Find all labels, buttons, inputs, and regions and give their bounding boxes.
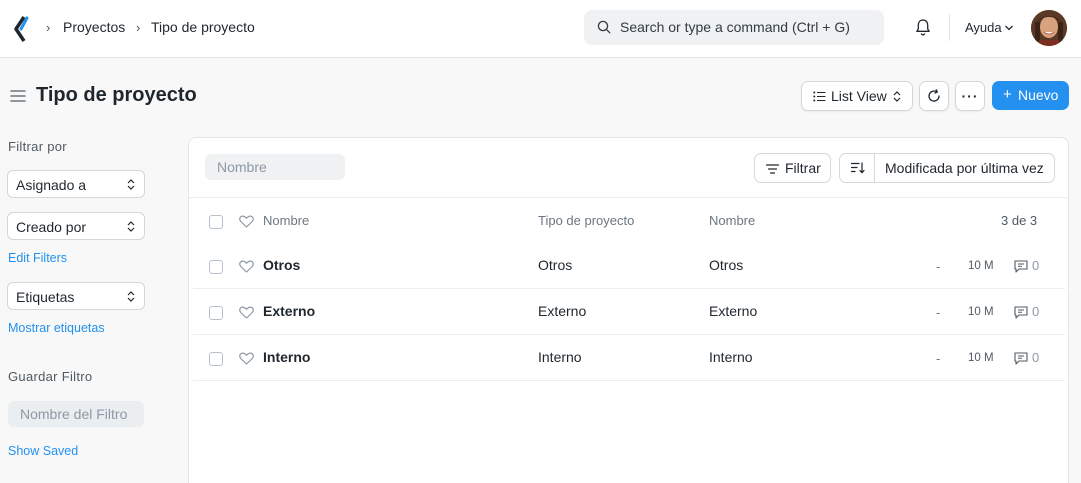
comment-icon [1014,260,1028,273]
help-menu[interactable]: Ayuda [965,20,1002,35]
filter-name-input[interactable]: Nombre del Filtro [8,401,144,427]
row-name-link[interactable]: Interno [263,349,310,365]
row-checkbox[interactable] [209,352,223,366]
row-dash: - [936,351,941,366]
row-nombre: Otros [709,257,744,273]
row-modified: 10 M [968,352,994,364]
list-header-row: Nombre Tipo de proyecto Nombre 3 de 3 [193,198,1065,244]
user-avatar[interactable] [1031,10,1067,46]
filter-by-heading: Filtrar por [8,139,67,154]
tags-label: Etiquetas [16,289,75,305]
row-project-type: Interno [538,349,582,365]
filter-button[interactable]: Filtrar [754,153,831,183]
column-header-nombre[interactable]: Nombre [709,213,755,228]
sort-direction-button[interactable] [840,154,875,182]
row-name-link[interactable]: Externo [263,303,315,319]
comment-count: 0 [1032,304,1040,319]
heart-icon[interactable] [239,215,254,228]
filter-name-placeholder: Nombre del Filtro [20,406,128,422]
refresh-button[interactable] [919,81,949,111]
row-dash: - [936,259,941,274]
column-header-project-type[interactable]: Tipo de proyecto [538,213,634,228]
name-filter-input[interactable]: Nombre [205,154,345,180]
breadcrumb-proyectos[interactable]: Proyectos [63,19,125,35]
comment-count: 0 [1032,350,1040,365]
navbar-divider [949,14,950,41]
list-view-selector[interactable]: List View [801,81,913,111]
row-name-link[interactable]: Otros [263,257,300,273]
list-icon [813,91,826,102]
heart-icon[interactable] [239,306,254,319]
row-checkbox[interactable] [209,306,223,320]
row-project-type: Otros [538,257,573,273]
assigned-to-label: Asignado a [16,177,87,193]
comment-icon [1014,352,1028,365]
sort-descending-icon [851,162,865,174]
comment-icon [1014,306,1028,319]
column-header-name[interactable]: Nombre [263,213,309,228]
search-placeholder: Search or type a command (Ctrl + G) [620,19,850,35]
select-arrows-icon [893,91,901,102]
row-dash: - [936,305,941,320]
filter-icon [766,164,779,174]
tags-filter[interactable]: Etiquetas [7,282,145,310]
breadcrumb-tipo-de-proyecto[interactable]: Tipo de proyecto [151,19,255,35]
list-card: Nombre Filtrar Modificada por última vez… [188,137,1069,483]
chevron-down-icon [1005,25,1013,31]
name-filter-placeholder: Nombre [217,159,267,175]
breadcrumb-chevron-icon: › [46,20,51,35]
avatar-photo [1031,10,1067,46]
assigned-to-filter[interactable]: Asignado a [7,170,145,198]
row-project-type: Externo [538,303,587,319]
list-row[interactable]: Externo Externo Externo - 10 M 0 [193,289,1065,335]
navbar: › Proyectos › Tipo de proyecto Search or… [0,0,1081,58]
show-tags-link[interactable]: Mostrar etiquetas [8,321,105,335]
notification-bell-icon[interactable] [913,17,933,37]
created-by-label: Creado por [16,219,87,235]
refresh-icon [928,89,940,102]
sidebar-toggle-icon[interactable] [10,89,26,103]
row-checkbox[interactable] [209,260,223,274]
more-actions-button[interactable]: ··· [955,81,985,111]
record-count: 3 de 3 [1001,213,1038,228]
created-by-filter[interactable]: Creado por [7,212,145,240]
list-row[interactable]: Otros Otros Otros - 10 M 0 [193,243,1065,289]
app-logo-icon[interactable] [13,16,29,42]
breadcrumb-chevron-icon: › [136,20,141,35]
select-all-checkbox[interactable] [209,215,223,229]
page-title: Tipo de proyecto [36,84,197,106]
select-arrows-icon [127,179,135,190]
row-modified: 10 M [968,306,994,318]
heart-icon[interactable] [239,260,254,273]
heart-icon[interactable] [239,352,254,365]
search-icon [597,20,611,34]
row-nombre: Interno [709,349,753,365]
filter-button-label: Filtrar [785,160,821,176]
sort-control: Modificada por última vez [839,153,1055,183]
select-arrows-icon [127,221,135,232]
list-row[interactable]: Interno Interno Interno - 10 M 0 [193,335,1065,381]
sort-by-button[interactable]: Modificada por última vez [885,160,1044,176]
row-nombre: Externo [709,303,758,319]
new-button[interactable]: + Nuevo [992,81,1069,110]
save-filter-heading: Guardar Filtro [8,369,93,384]
comment-count: 0 [1032,258,1040,273]
row-modified: 10 M [968,260,994,272]
select-arrows-icon [127,291,135,302]
show-saved-link[interactable]: Show Saved [8,444,78,458]
plus-icon: + [1003,86,1012,103]
list-view-label: List View [831,88,887,104]
edit-filters-link[interactable]: Edit Filters [8,251,67,265]
search-bar[interactable]: Search or type a command (Ctrl + G) [584,10,884,45]
new-button-label: Nuevo [1018,87,1059,103]
ellipsis-icon: ··· [961,88,979,104]
